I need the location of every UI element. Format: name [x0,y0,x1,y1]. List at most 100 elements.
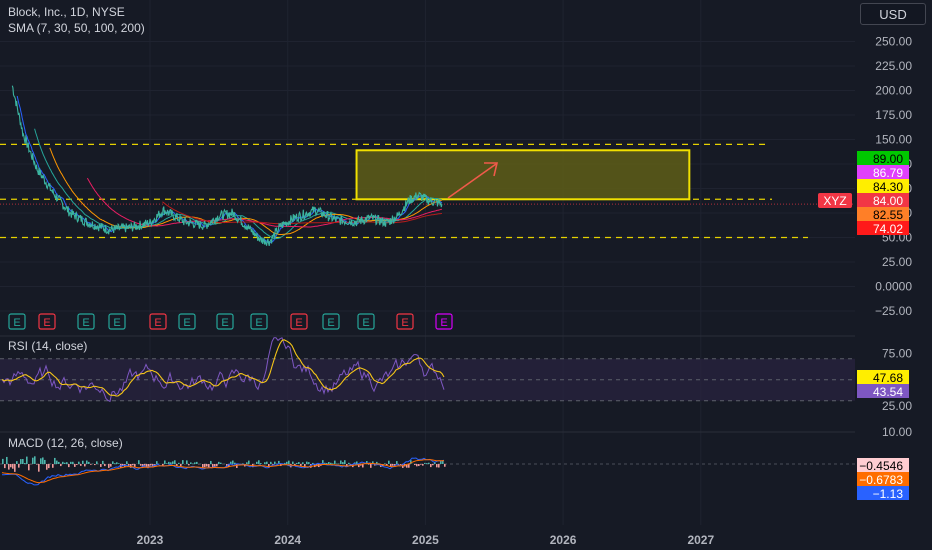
macd-bar [436,464,438,468]
macd-tick-label: 10.00 [882,425,912,439]
macd-indicator-label[interactable]: MACD (12, 26, close) [8,436,123,450]
macd-bar [42,457,44,464]
macd-bar [426,463,428,464]
price-label-text: 84.00 [873,194,903,208]
rsi-indicator-label[interactable]: RSI (14, close) [8,339,87,353]
macd-bar [110,464,112,467]
macd-bar [40,458,42,464]
macd-bar [116,462,118,464]
macd-bar [444,464,446,467]
macd-bar [2,458,4,464]
macd-bar [54,457,56,464]
macd-bar [188,464,190,466]
target-zone-box[interactable] [355,149,691,201]
macd-line [2,457,445,486]
price-tick-label: 200.00 [875,84,912,98]
macd-bar [12,464,14,469]
macd-bar [384,463,386,464]
macd-bar [288,460,290,464]
macd-bar [88,461,90,464]
rsi-label-text: 43.54 [873,385,903,399]
macd-bar [132,464,134,466]
macd-bar [306,461,308,464]
earnings-marker-label: E [113,317,120,329]
macd-bar [10,464,12,468]
macd-bar [216,464,218,467]
macd-bar [84,464,86,467]
price-label-text: 82.55 [873,208,903,222]
earnings-marker: E [149,313,167,330]
macd-bar [52,464,54,468]
macd-label-text: −1.13 [873,487,904,501]
earnings-marker: E [396,313,414,330]
macd-bar [102,460,104,464]
macd-bar [114,463,116,464]
macd-bar [74,464,76,467]
macd-panel[interactable]: 10.00 −0.4546−0.6783−1.13 [0,425,912,501]
macd-bar [178,462,180,464]
macd-bar [86,460,88,464]
macd-bar [180,464,182,467]
macd-bar [44,459,46,464]
macd-bar [126,461,128,464]
earnings-marker-label: E [154,317,161,329]
macd-bar [194,462,196,464]
macd-bar [100,464,102,467]
earnings-marker: E [250,313,268,330]
macd-bar [168,461,170,464]
macd-bar [78,461,80,464]
price-label-text: 89.00 [873,152,903,166]
macd-bar [400,464,402,465]
macd-bar [38,464,40,472]
macd-bar [210,460,212,464]
symbol-badge-text: XYZ [823,194,846,208]
rsi-value-label: 47.68 [857,370,909,385]
earnings-marker: E [8,313,26,330]
time-axis[interactable]: 2023 2024 2025 2026 2027 [137,533,715,547]
macd-bar [28,464,30,471]
rsi-value-label: 43.54 [857,384,909,399]
earnings-markers: EEEEEEEEEEEEE [8,313,453,330]
macd-bar [196,461,198,464]
macd-bar [258,460,260,464]
macd-bar [326,463,328,464]
price-tick-label: 225.00 [875,59,912,73]
macd-bar [344,460,346,464]
macd-bar [416,464,418,467]
price-label: 74.02 [857,221,909,236]
macd-bar [156,461,158,464]
macd-bar [108,464,110,468]
macd-bar [432,464,434,466]
macd-bar [166,463,168,464]
main-price-panel[interactable]: 250.00225.00200.00175.00150.00125.00100.… [0,35,912,330]
earnings-marker-label: E [362,317,369,329]
price-label: 82.55 [857,207,909,222]
macd-bar [264,462,266,464]
macd-bar [140,464,142,466]
macd-bar [26,456,28,464]
macd-bar [206,464,208,467]
macd-bar [134,464,136,467]
sma-indicator-label[interactable]: SMA (7, 30, 50, 100, 200) [8,21,145,35]
macd-bar [440,460,442,464]
macd-bar [118,463,120,464]
rsi-panel[interactable]: 75.00 25.00 47.6843.54 [0,335,912,413]
earnings-marker-label: E [295,317,302,329]
chart-canvas[interactable]: 250.00225.00200.00175.00150.00125.00100.… [0,0,932,550]
macd-bar [420,464,422,465]
currency-button[interactable]: USD [860,3,926,25]
macd-bar [256,461,258,464]
earnings-marker-label: E [327,317,334,329]
macd-bar [66,462,68,464]
macd-bar [260,463,262,464]
price-tick-label: 25.00 [882,255,912,269]
macd-bar [56,460,58,464]
macd-bar [80,464,82,466]
earnings-marker: E [38,313,56,330]
macd-bar [96,461,98,464]
rsi-tick-label: 75.00 [882,347,912,361]
macd-bar [90,464,92,465]
price-tick-label: 175.00 [875,108,912,122]
macd-bar [150,464,152,466]
macd-bar [186,460,188,464]
